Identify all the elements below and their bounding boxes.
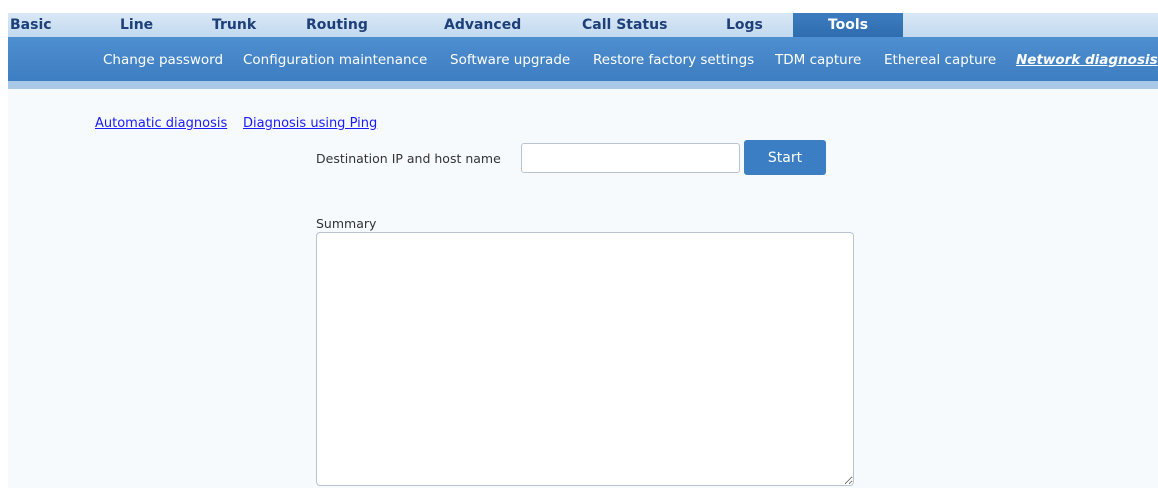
destination-label: Destination IP and host name bbox=[316, 151, 501, 166]
destination-input[interactable] bbox=[521, 143, 740, 173]
tab-line[interactable]: Line bbox=[120, 13, 153, 37]
tab-call-status[interactable]: Call Status bbox=[582, 13, 667, 37]
subnav-configuration-maintenance[interactable]: Configuration maintenance bbox=[243, 37, 427, 81]
tab-advanced[interactable]: Advanced bbox=[444, 13, 521, 37]
subnav-software-upgrade[interactable]: Software upgrade bbox=[450, 37, 570, 81]
ping-diagnosis-link[interactable]: Diagnosis using Ping bbox=[243, 116, 377, 131]
summary-textarea[interactable] bbox=[316, 232, 854, 486]
start-button[interactable]: Start bbox=[744, 140, 826, 175]
sub-navigation: Change password Configuration maintenanc… bbox=[8, 37, 1158, 81]
subnav-restore-factory-settings[interactable]: Restore factory settings bbox=[593, 37, 754, 81]
automatic-diagnosis-link[interactable]: Automatic diagnosis bbox=[95, 116, 227, 131]
top-navigation: Basic Line Trunk Routing Advanced Call S… bbox=[8, 13, 1158, 37]
nav-divider-band bbox=[8, 81, 1158, 89]
tab-logs[interactable]: Logs bbox=[726, 13, 763, 37]
subnav-ethereal-capture[interactable]: Ethereal capture bbox=[884, 37, 996, 81]
tab-trunk[interactable]: Trunk bbox=[212, 13, 256, 37]
subnav-tdm-capture[interactable]: TDM capture bbox=[775, 37, 861, 81]
tab-basic[interactable]: Basic bbox=[10, 13, 52, 37]
subnav-change-password[interactable]: Change password bbox=[103, 37, 223, 81]
page: Basic Line Trunk Routing Advanced Call S… bbox=[0, 0, 1158, 488]
tab-tools[interactable]: Tools bbox=[793, 13, 903, 37]
summary-label: Summary bbox=[316, 216, 377, 231]
tab-routing[interactable]: Routing bbox=[306, 13, 368, 37]
subnav-network-diagnosis[interactable]: Network diagnosis bbox=[1016, 37, 1158, 81]
